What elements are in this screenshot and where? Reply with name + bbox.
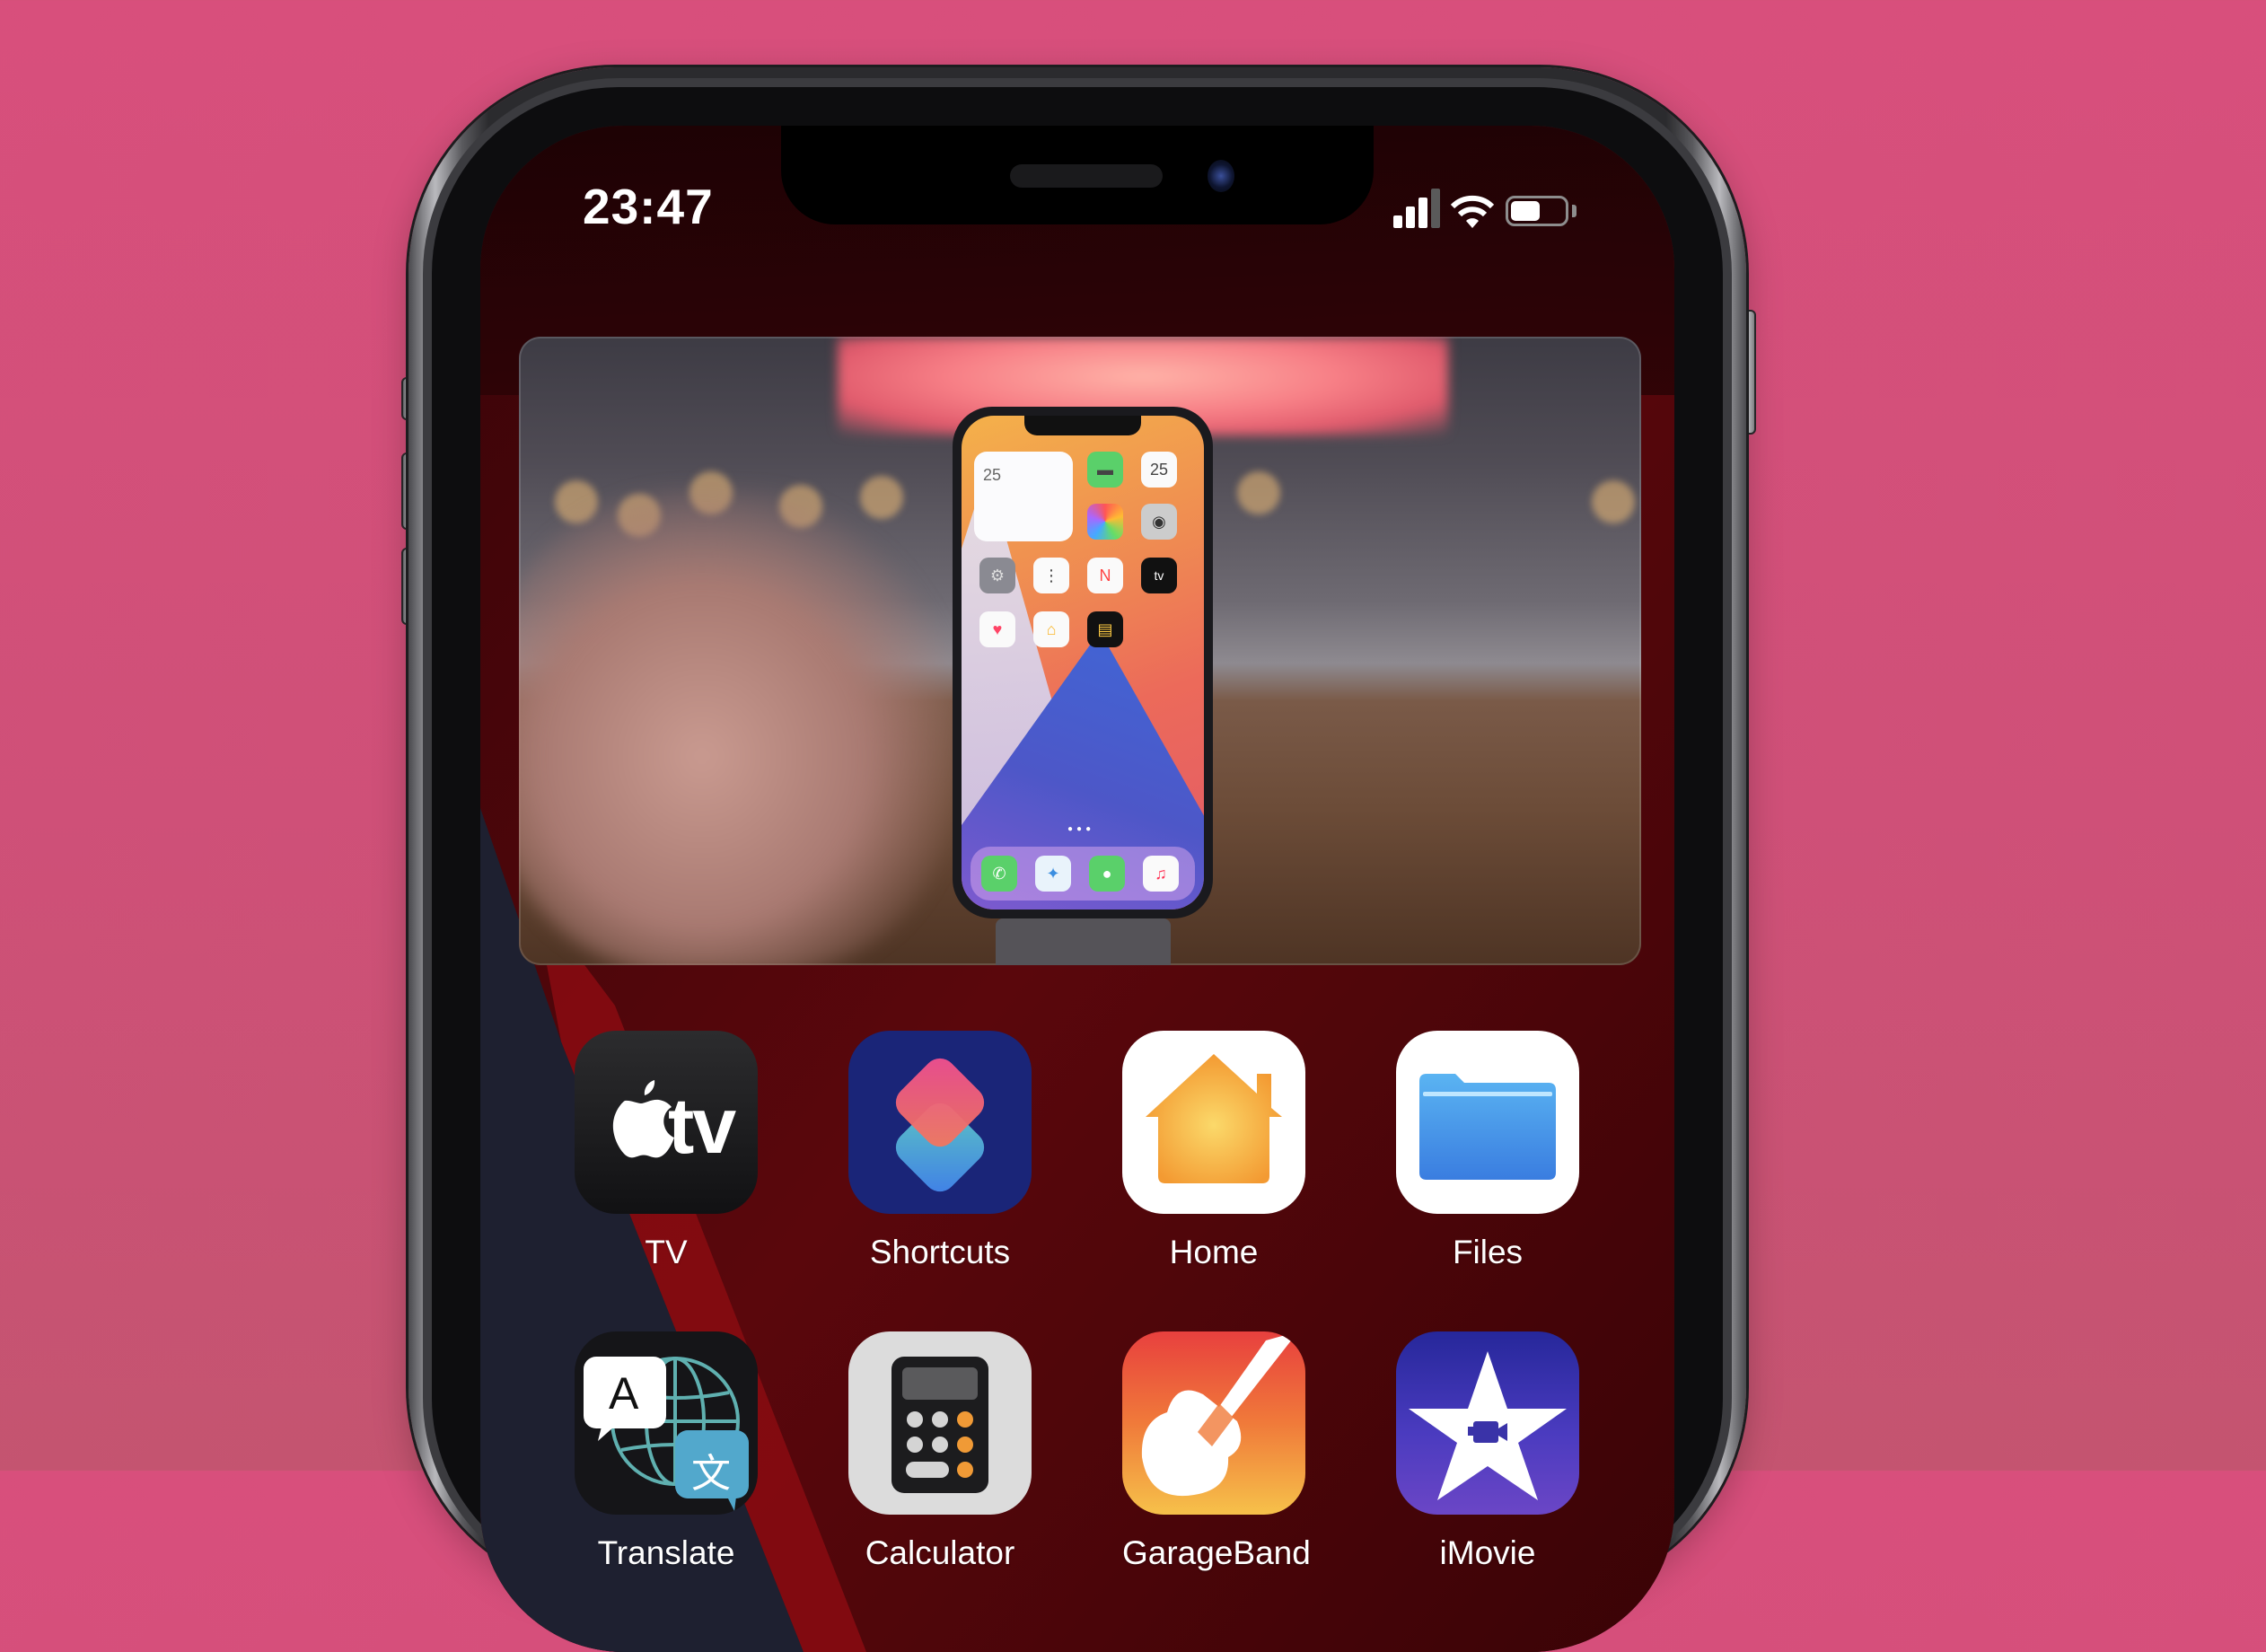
video-hand bbox=[519, 489, 959, 965]
home-icon bbox=[1122, 1031, 1305, 1214]
signal-bar bbox=[1393, 215, 1402, 228]
garageband-guitar-icon bbox=[1122, 1331, 1305, 1515]
calculator-icon bbox=[848, 1331, 1032, 1515]
inner-photos-icon bbox=[1087, 504, 1123, 540]
video-iphone: 25 ▬ 25 ◉ ⚙ ⋮ N tv ♥ ⌂ ▤ ●●● ✆ ✦ ● ♫ bbox=[953, 407, 1213, 918]
app-label: GarageBand bbox=[1122, 1534, 1311, 1571]
imovie-star-icon bbox=[1396, 1331, 1579, 1515]
bokeh-light bbox=[1592, 480, 1635, 523]
star-camera-glyph bbox=[1409, 1351, 1567, 1500]
status-time: 23:47 bbox=[583, 179, 714, 234]
inner-widget-date: 25 bbox=[983, 466, 1002, 484]
inner-health-icon: ♥ bbox=[979, 611, 1015, 647]
inner-tv-icon: tv bbox=[1141, 558, 1177, 593]
earpiece-speaker bbox=[1010, 164, 1163, 188]
signal-bar bbox=[1418, 198, 1427, 228]
inner-notch bbox=[1024, 416, 1141, 435]
inner-wallet-icon: ▤ bbox=[1087, 611, 1123, 647]
app-imovie[interactable]: iMovie bbox=[1396, 1331, 1579, 1572]
video-iphone-screen: 25 ▬ 25 ◉ ⚙ ⋮ N tv ♥ ⌂ ▤ ●●● ✆ ✦ ● ♫ bbox=[962, 416, 1204, 909]
battery-cap bbox=[1572, 205, 1577, 217]
notch bbox=[781, 126, 1374, 224]
inner-phone-icon: ✆ bbox=[981, 856, 1017, 892]
inner-camera-icon: ◉ bbox=[1141, 504, 1177, 540]
app-garageband[interactable]: GarageBand bbox=[1122, 1331, 1311, 1572]
battery-icon bbox=[1506, 196, 1568, 226]
inner-calendar-icon: 25 bbox=[1141, 452, 1177, 488]
app-translate[interactable]: A 文 Translate bbox=[575, 1331, 758, 1572]
app-label: Calculator bbox=[865, 1534, 1015, 1571]
bokeh-light bbox=[860, 476, 903, 519]
files-folder-icon bbox=[1396, 1031, 1579, 1214]
app-shortcuts[interactable]: Shortcuts bbox=[848, 1031, 1032, 1271]
app-label: TV bbox=[645, 1234, 688, 1270]
inner-calendar-widget: 25 bbox=[974, 452, 1073, 541]
tv-glyph: tv bbox=[668, 1081, 736, 1170]
house-glyph bbox=[1146, 1054, 1282, 1183]
signal-bar bbox=[1406, 206, 1415, 228]
app-home[interactable]: Home bbox=[1122, 1031, 1305, 1271]
inner-home-icon: ⌂ bbox=[1033, 611, 1069, 647]
shortcuts-glyph bbox=[895, 1058, 985, 1192]
translate-wen-glyph: 文 bbox=[691, 1451, 731, 1497]
translate-a-glyph: A bbox=[609, 1368, 639, 1419]
guitar-glyph bbox=[1141, 1331, 1298, 1497]
inner-safari-icon: ✦ bbox=[1035, 856, 1071, 892]
translate-icon: A 文 bbox=[575, 1331, 758, 1515]
inner-settings-icon: ⚙ bbox=[979, 558, 1015, 593]
app-files[interactable]: Files bbox=[1396, 1031, 1579, 1271]
battery-level-fill bbox=[1511, 201, 1540, 221]
inner-facetime-icon: ▬ bbox=[1087, 452, 1123, 488]
app-label: Shortcuts bbox=[869, 1234, 1011, 1270]
apple-tv-icon: tv bbox=[575, 1031, 758, 1214]
app-label: iMovie bbox=[1439, 1534, 1536, 1571]
inner-dock: ✆ ✦ ● ♫ bbox=[971, 847, 1195, 901]
app-label: Translate bbox=[597, 1534, 735, 1571]
calculator-glyph bbox=[891, 1357, 988, 1493]
phone-frame: 23:47 25 ▬ 25 ◉ ⚙ ⋮ N tv ♥ ⌂ ▤ ●●● ✆ ✦ ●… bbox=[408, 67, 1746, 1652]
app-tv[interactable]: tv TV bbox=[575, 1031, 758, 1271]
app-calculator[interactable]: Calculator bbox=[848, 1331, 1032, 1572]
bokeh-light bbox=[1237, 471, 1280, 514]
inner-music-icon: ♫ bbox=[1143, 856, 1179, 892]
folder-glyph bbox=[1419, 1074, 1556, 1180]
picture-in-picture-video[interactable]: 25 ▬ 25 ◉ ⚙ ⋮ N tv ♥ ⌂ ▤ ●●● ✆ ✦ ● ♫ bbox=[519, 337, 1641, 965]
inner-news-icon: N bbox=[1087, 558, 1123, 593]
signal-bar bbox=[1431, 189, 1440, 228]
inner-page-dots: ●●● bbox=[1067, 824, 1095, 834]
app-label: Home bbox=[1169, 1234, 1259, 1270]
cellular-signal-icon bbox=[1393, 189, 1447, 233]
front-camera bbox=[1208, 160, 1234, 192]
app-label: Files bbox=[1452, 1234, 1524, 1270]
home-screen: 23:47 25 ▬ 25 ◉ ⚙ ⋮ N tv ♥ ⌂ ▤ ●●● ✆ ✦ ●… bbox=[480, 126, 1674, 1652]
wifi-icon bbox=[1450, 195, 1495, 228]
inner-messages-icon: ● bbox=[1089, 856, 1125, 892]
inner-reminders-icon: ⋮ bbox=[1033, 558, 1069, 593]
video-phone-stand bbox=[996, 918, 1171, 965]
shortcuts-icon bbox=[848, 1031, 1032, 1214]
